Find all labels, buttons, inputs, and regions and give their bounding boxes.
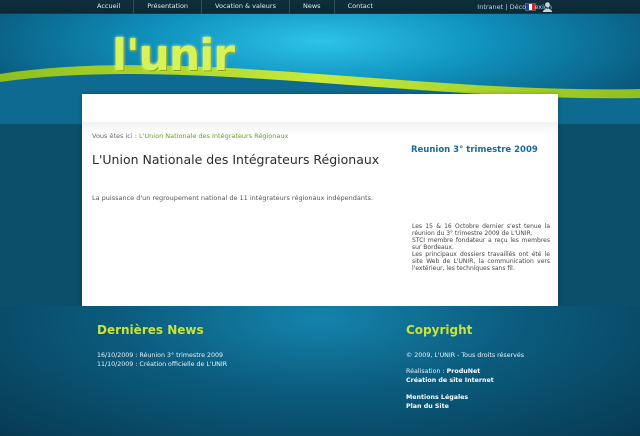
breadcrumb-prefix: Vous êtes ici :	[92, 132, 137, 140]
separator: |	[505, 3, 508, 11]
footer-news-list: 16/10/2009 : Réunion 3° trimestre 2009 1…	[97, 351, 227, 369]
sidebar-paragraph: Les principaux dossiers travaillés ont é…	[412, 251, 550, 272]
sidebar-news-title[interactable]: Reunion 3° trimestre 2009	[411, 145, 538, 155]
nav-presentation[interactable]: Présentation	[134, 0, 203, 14]
france-flag-icon[interactable]	[525, 3, 536, 11]
nav-accueil[interactable]: Accueil	[84, 0, 135, 14]
nav-vocation-valeurs[interactable]: Vocation & valeurs	[202, 0, 290, 14]
footer-news-title: Dernières News	[97, 323, 204, 337]
sidebar-paragraph: Les 15 & 16 Octobre dernier s'est tenue …	[412, 223, 550, 237]
sidebar-news-text: Les 15 & 16 Octobre dernier s'est tenue …	[412, 223, 550, 272]
footer-news-item[interactable]: 11/10/2009 : Création officielle de L'UN…	[97, 360, 227, 369]
footer-news-item[interactable]: 16/10/2009 : Réunion 3° trimestre 2009	[97, 351, 227, 360]
footer-copyright-title: Copyright	[406, 323, 473, 337]
top-bar: Accueil Présentation Vocation & valeurs …	[0, 0, 640, 14]
creation-site-link[interactable]: Création de site Internet	[406, 376, 494, 385]
intranet-link[interactable]: Intranet	[477, 3, 503, 11]
nav-contact[interactable]: Contact	[335, 0, 386, 14]
site-logo[interactable]: l'unir	[112, 30, 235, 81]
sidebar-paragraph: STCI membre fondateur a reçu les membres…	[412, 237, 550, 251]
footer	[0, 306, 640, 436]
breadcrumb-current[interactable]: L'Union Nationale des Intégrateurs Régio…	[139, 132, 288, 140]
footer-legal-links: Mentions Légales Plan du Site	[406, 393, 468, 411]
produnet-link[interactable]: ProduNet	[447, 368, 481, 375]
nav-news[interactable]: News	[290, 0, 335, 14]
intro-text: La puissance d'un regroupement national …	[92, 194, 374, 202]
user-links: Intranet | Déconnexion	[477, 3, 552, 11]
main-navigation: Accueil Présentation Vocation & valeurs …	[84, 0, 386, 14]
realisation-label: Réalisation :	[406, 368, 445, 375]
breadcrumb: Vous êtes ici : L'Union Nationale des In…	[92, 132, 288, 140]
footer-credits: Réalisation : ProduNet Création de site …	[406, 367, 494, 385]
plan-du-site-link[interactable]: Plan du Site	[406, 402, 468, 411]
footer-copyright-text: © 2009, L'UNIR - Tous droits réservés	[406, 352, 525, 359]
page-title: L'Union Nationale des Intégrateurs Régio…	[92, 152, 380, 167]
mentions-legales-link[interactable]: Mentions Légales	[406, 393, 468, 402]
user-icon[interactable]	[542, 1, 553, 12]
